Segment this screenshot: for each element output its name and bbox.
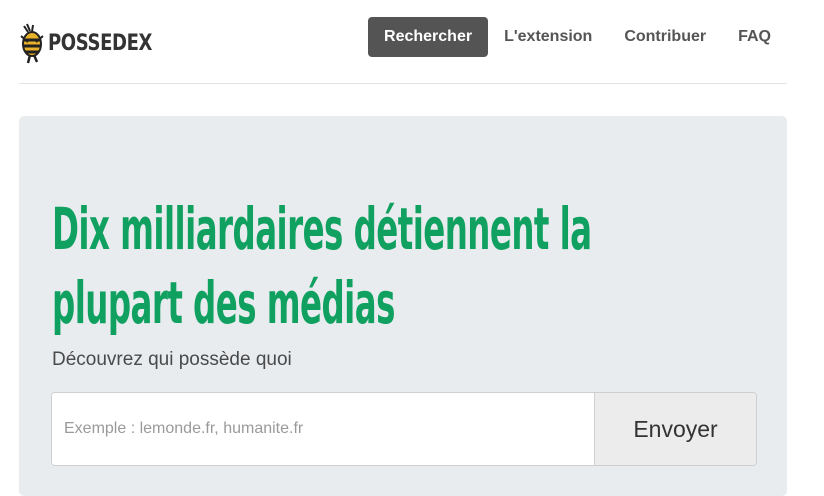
nav-item-faq[interactable]: FAQ: [722, 17, 787, 57]
send-button[interactable]: Envoyer: [594, 393, 756, 465]
nav-item-extension[interactable]: L'extension: [488, 17, 608, 57]
hero-headline-line1: Dix milliardaires détiennent la: [52, 195, 592, 263]
navbar: POSSEDEX Rechercher L'extension Contribu…: [19, 0, 787, 84]
bee-logo-icon: [20, 23, 44, 64]
main-nav: Rechercher L'extension Contribuer FAQ: [368, 17, 787, 57]
brand-link[interactable]: POSSEDEX: [19, 22, 175, 64]
nav-item-contribuer[interactable]: Contribuer: [608, 17, 722, 57]
search-form: Envoyer: [51, 392, 757, 466]
hero-subtitle: Découvrez qui possède quoi: [52, 349, 292, 370]
nav-item-rechercher[interactable]: Rechercher: [368, 17, 489, 57]
hero-headline: Dix milliardaires détiennent la plupart …: [52, 192, 724, 340]
search-input[interactable]: [52, 393, 594, 465]
hero-jumbotron: Dix milliardaires détiennent la plupart …: [19, 116, 787, 496]
brand-name: POSSEDEX: [48, 30, 152, 56]
hero-headline-line2: plupart des médias: [52, 269, 395, 337]
